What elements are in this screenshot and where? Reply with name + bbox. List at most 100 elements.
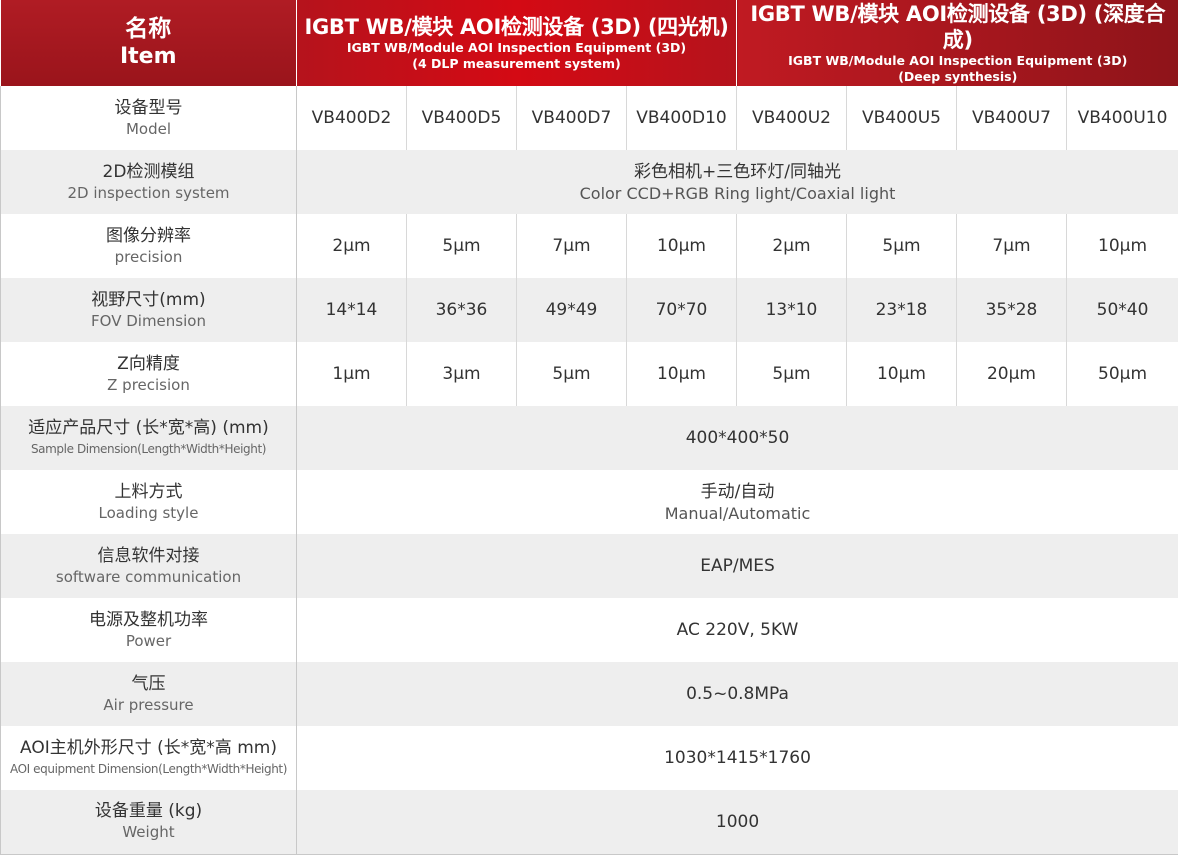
header-row: 名称 Item IGBT WB/模块 AOI检测设备 (3D) (四光机) IG… <box>0 0 1178 86</box>
label-cn: 信息软件对接 <box>97 545 200 566</box>
cell-z-precision: 5µm <box>736 342 847 406</box>
cell-model: VB400U5 <box>846 86 957 150</box>
value-cn: 彩色相机+三色环灯/同轴光 <box>634 161 841 182</box>
cell-precision: 5µm <box>846 214 957 278</box>
label-en: Power <box>125 631 172 650</box>
row-label: Z向精度 Z precision <box>0 342 297 406</box>
group-b-subtitle: IGBT WB/Module AOI Inspection Equipment … <box>788 53 1128 68</box>
label-cn: 设备重量 (kg) <box>94 801 203 822</box>
row-label: 气压 Air pressure <box>0 662 297 726</box>
label-cn: 图像分辨率 <box>106 225 191 246</box>
group-b-subtitle-2: (Deep synthesis) <box>898 69 1018 84</box>
cell-z-precision: 3µm <box>406 342 517 406</box>
row-label: AOI主机外形尺寸 (长*宽*高 mm) AOI equipment Dimen… <box>0 726 297 790</box>
row-sample-dimension: 适应产品尺寸 (长*宽*高) (mm) Sample Dimension(Len… <box>0 406 1178 470</box>
label-cn: Z向精度 <box>117 353 180 374</box>
label-en: precision <box>114 247 183 266</box>
cell-model: VB400U2 <box>736 86 847 150</box>
value-en: Color CCD+RGB Ring light/Coaxial light <box>579 183 896 203</box>
row-label: 信息软件对接 software communication <box>0 534 297 598</box>
label-en: FOV Dimension <box>91 311 206 330</box>
label-en: Model <box>125 119 172 138</box>
cell-precision: 2µm <box>736 214 847 278</box>
cell-equipment-dimension: 1030*1415*1760 <box>296 726 1178 790</box>
cell-fov: 49*49 <box>516 278 627 342</box>
cell-precision: 10µm <box>626 214 737 278</box>
cell-fov: 13*10 <box>736 278 847 342</box>
label-en: Z precision <box>107 375 190 394</box>
row-z-precision: Z向精度 Z precision 1µm 3µm 5µm 10µm 5µm 10… <box>0 342 1178 406</box>
row-loading-style: 上料方式 Loading style 手动/自动 Manual/Automati… <box>0 470 1178 534</box>
value-cn: 手动/自动 <box>700 481 775 502</box>
label-en: software communication <box>55 567 242 586</box>
header-group-deep-synthesis: IGBT WB/模块 AOI检测设备 (3D) (深度合成) IGBT WB/M… <box>736 0 1178 86</box>
row-label: 上料方式 Loading style <box>0 470 297 534</box>
label-en: Air pressure <box>103 695 194 714</box>
header-item-cell: 名称 Item <box>0 0 297 86</box>
row-weight: 设备重量 (kg) Weight 1000 <box>0 790 1178 855</box>
cell-software: EAP/MES <box>296 534 1178 598</box>
label-cn: 设备型号 <box>114 97 183 118</box>
cell-z-precision: 50µm <box>1066 342 1178 406</box>
row-label: 图像分辨率 precision <box>0 214 297 278</box>
row-2d-inspection: 2D检测模组 2D inspection system 彩色相机+三色环灯/同轴… <box>0 150 1178 214</box>
cell-precision: 2µm <box>296 214 407 278</box>
cell-power: AC 220V, 5KW <box>296 598 1178 662</box>
row-power: 电源及整机功率 Power AC 220V, 5KW <box>0 598 1178 662</box>
row-label: 适应产品尺寸 (长*宽*高) (mm) Sample Dimension(Len… <box>0 406 297 470</box>
row-model: 设备型号 Model VB400D2 VB400D5 VB400D7 VB400… <box>0 86 1178 150</box>
cell-z-precision: 10µm <box>626 342 737 406</box>
cell-model: VB400U10 <box>1066 86 1178 150</box>
value-en: Manual/Automatic <box>664 503 811 523</box>
row-software: 信息软件对接 software communication EAP/MES <box>0 534 1178 598</box>
cell-fov: 36*36 <box>406 278 517 342</box>
cell-fov: 14*14 <box>296 278 407 342</box>
cell-precision: 10µm <box>1066 214 1178 278</box>
header-item-cn: 名称 <box>125 16 172 42</box>
label-en: 2D inspection system <box>67 183 230 202</box>
label-cn: 气压 <box>131 673 166 694</box>
cell-model: VB400D10 <box>626 86 737 150</box>
header-item-en: Item <box>119 44 177 69</box>
cell-loading-style: 手动/自动 Manual/Automatic <box>296 470 1178 534</box>
cell-2d-inspection: 彩色相机+三色环灯/同轴光 Color CCD+RGB Ring light/C… <box>296 150 1178 214</box>
row-label: 设备重量 (kg) Weight <box>0 790 297 855</box>
row-fov: 视野尺寸(mm) FOV Dimension 14*14 36*36 49*49… <box>0 278 1178 342</box>
label-en: Weight <box>122 823 175 842</box>
row-label: 电源及整机功率 Power <box>0 598 297 662</box>
cell-sample-dimension: 400*400*50 <box>296 406 1178 470</box>
cell-fov: 50*40 <box>1066 278 1178 342</box>
label-cn: AOI主机外形尺寸 (长*宽*高 mm) <box>20 737 277 758</box>
cell-fov: 70*70 <box>626 278 737 342</box>
row-label: 视野尺寸(mm) FOV Dimension <box>0 278 297 342</box>
group-a-subtitle: IGBT WB/Module AOI Inspection Equipment … <box>346 40 687 55</box>
cell-model: VB400D5 <box>406 86 517 150</box>
cell-model: VB400D2 <box>296 86 407 150</box>
label-cn: 视野尺寸(mm) <box>91 289 206 310</box>
cell-fov: 23*18 <box>846 278 957 342</box>
cell-precision: 5µm <box>406 214 517 278</box>
cell-model: VB400D7 <box>516 86 627 150</box>
cell-z-precision: 10µm <box>846 342 957 406</box>
spec-table: 名称 Item IGBT WB/模块 AOI检测设备 (3D) (四光机) IG… <box>0 0 1178 855</box>
cell-model: VB400U7 <box>956 86 1067 150</box>
label-cn: 电源及整机功率 <box>89 609 208 630</box>
cell-z-precision: 20µm <box>956 342 1067 406</box>
header-group-4dlp: IGBT WB/模块 AOI检测设备 (3D) (四光机) IGBT WB/Mo… <box>296 0 737 86</box>
row-equipment-dimension: AOI主机外形尺寸 (长*宽*高 mm) AOI equipment Dimen… <box>0 726 1178 790</box>
cell-fov: 35*28 <box>956 278 1067 342</box>
cell-weight: 1000 <box>296 790 1178 855</box>
label-en: AOI equipment Dimension(Length*Width*Hei… <box>9 761 288 776</box>
cell-precision: 7µm <box>956 214 1067 278</box>
group-a-subtitle-2: (4 DLP measurement system) <box>412 56 621 71</box>
row-precision: 图像分辨率 precision 2µm 5µm 7µm 10µm 2µm 5µm… <box>0 214 1178 278</box>
cell-z-precision: 1µm <box>296 342 407 406</box>
label-en: Loading style <box>98 503 199 522</box>
row-label: 设备型号 Model <box>0 86 297 150</box>
label-cn: 适应产品尺寸 (长*宽*高) (mm) <box>28 417 269 438</box>
label-cn: 2D检测模组 <box>102 161 195 182</box>
cell-z-precision: 5µm <box>516 342 627 406</box>
label-en: Sample Dimension(Length*Width*Height) <box>30 441 267 456</box>
cell-air-pressure: 0.5~0.8MPa <box>296 662 1178 726</box>
row-air-pressure: 气压 Air pressure 0.5~0.8MPa <box>0 662 1178 726</box>
